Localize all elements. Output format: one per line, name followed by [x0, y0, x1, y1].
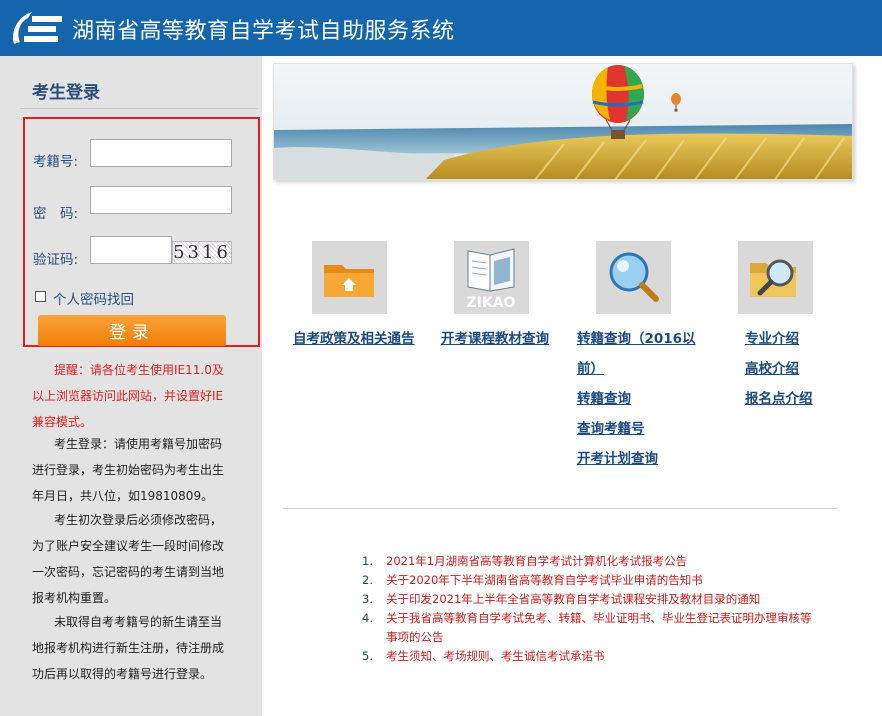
exam-logo-icon — [12, 12, 62, 44]
captcha-image[interactable]: 5316 — [172, 241, 232, 264]
login-button[interactable]: 登录 — [38, 315, 226, 346]
news-title[interactable]: 关于印发2021年上半年全省高等教育自学考试课程安排及教材目录的通知 — [386, 592, 760, 606]
news-item[interactable]: 2. 关于2020年下半年湖南省高等教育自学考试毕业申请的告知书 — [362, 571, 822, 590]
forgot-password-checkbox[interactable] — [35, 291, 46, 302]
link-exam-plan-query[interactable]: 开考计划查询 — [577, 444, 702, 474]
link-major-intro[interactable]: 专业介绍 — [745, 324, 865, 354]
tile-info-links: 专业介绍 高校介绍 报名点介绍 — [745, 324, 865, 414]
news-title[interactable]: 2021年1月湖南省高等教育自学考试计算机化考试报考公告 — [386, 554, 687, 568]
zikao-book-icon: ZIKAO — [467, 248, 516, 311]
tile-transfer[interactable] — [596, 241, 671, 314]
first-login-text: 考生初次登录后必须修改密码，为了账户安全建议考生一段时间修改一次密码，忘记密码的… — [32, 513, 225, 605]
new-student-text: 未取得自考考籍号的新生请至当地报考机构进行新生注册，待注册成功后再以取得的考籍号… — [32, 615, 225, 681]
news-number: 5. — [362, 649, 373, 663]
link-transfer-before-2016[interactable]: 转籍查询（2016以前） — [577, 324, 702, 384]
site-title: 湖南省高等教育自学考试自助服务系统 — [72, 19, 455, 44]
magnifier-icon — [609, 252, 659, 302]
title-divider — [20, 108, 258, 109]
link-registration-site-intro[interactable]: 报名点介绍 — [745, 384, 865, 414]
news-item[interactable]: 3. 关于印发2021年上半年全省高等教育自学考试课程安排及教材目录的通知 — [362, 590, 822, 609]
login-title: 考生登录 — [32, 83, 100, 103]
tile-info[interactable] — [738, 241, 813, 314]
news-item[interactable]: 4. 关于我省高等教育自学考试免考、转籍、毕业证明书、毕业生登记表证明办理审核等事… — [362, 609, 822, 647]
news-number: 4. — [362, 611, 373, 625]
captcha-label: 验证码: — [33, 252, 79, 268]
news-title[interactable]: 关于我省高等教育自学考试免考、转籍、毕业证明书、毕业生登记表证明办理审核等事项的… — [386, 611, 812, 644]
tile-policy-links: 自考政策及相关通告 — [293, 324, 418, 354]
link-college-intro[interactable]: 高校介绍 — [745, 354, 865, 384]
news-list: 1. 2021年1月湖南省高等教育自学考试计算机化考试报考公告 2. 关于202… — [362, 552, 822, 666]
link-transfer-query[interactable]: 转籍查询 — [577, 384, 702, 414]
password-input[interactable] — [90, 186, 232, 214]
forgot-password-link[interactable]: 个人密码找回 — [53, 288, 134, 308]
folder-search-icon — [750, 259, 796, 297]
folder-home-icon — [324, 265, 374, 297]
banner-image — [273, 63, 853, 180]
browser-warning: 提醒：请各位考生使用IE11.0及以上浏览器访问此网站，并设置好IE兼容模式。 — [32, 363, 224, 429]
login-help-text: 考生登录：请使用考籍号加密码进行登录，考生初始密码为考生出生年月日，共八位，如1… — [32, 437, 225, 503]
header-bar: 湖南省高等教育自学考试自助服务系统 — [0, 0, 882, 56]
news-title[interactable]: 关于2020年下半年湖南省高等教育自学考试毕业申请的告知书 — [386, 573, 703, 587]
link-policy-notices[interactable]: 自考政策及相关通告 — [293, 324, 418, 354]
tile-courses-links: 开考课程教材查询 — [441, 324, 566, 354]
tile-transfer-links: 转籍查询（2016以前） 转籍查询 查询考籍号 开考计划查询 — [577, 324, 702, 474]
id-label: 考籍号: — [33, 154, 79, 170]
tile-policy[interactable] — [312, 241, 387, 314]
balloon-scene-illustration — [274, 64, 852, 179]
news-item[interactable]: 5. 考生须知、考场规则、考生诚信考试承诺书 — [362, 647, 822, 666]
news-item[interactable]: 1. 2021年1月湖南省高等教育自学考试计算机化考试报考公告 — [362, 552, 822, 571]
captcha-input[interactable] — [90, 236, 172, 264]
news-number: 3. — [362, 592, 373, 606]
exam-id-input[interactable] — [90, 139, 232, 167]
zikao-label: ZIKAO — [467, 295, 516, 311]
link-course-textbook-query[interactable]: 开考课程教材查询 — [441, 324, 566, 354]
link-exam-id-query[interactable]: 查询考籍号 — [577, 414, 702, 444]
password-label: 密 码: — [33, 206, 79, 222]
news-title[interactable]: 考生须知、考场规则、考生诚信考试承诺书 — [386, 649, 605, 663]
content-divider — [283, 508, 838, 509]
news-number: 1. — [362, 554, 373, 568]
tile-courses[interactable]: ZIKAO — [454, 241, 529, 314]
news-number: 2. — [362, 573, 373, 587]
